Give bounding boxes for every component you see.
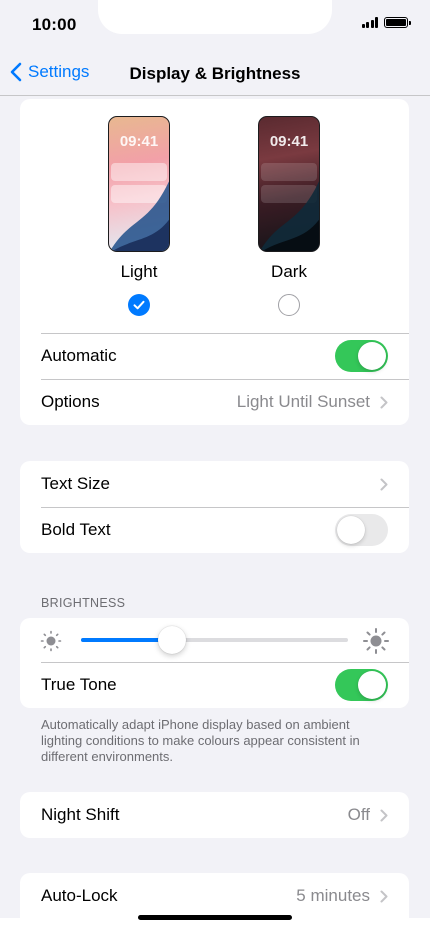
sun-large-icon (363, 628, 389, 654)
brightness-header: BRIGHTNESS (41, 596, 126, 610)
night-shift-group: Night Shift Off (20, 792, 409, 838)
true-tone-label: True Tone (41, 675, 117, 694)
bold-text-row: Bold Text (20, 507, 409, 553)
chevron-right-icon (380, 478, 388, 490)
status-bar: 10:00 (0, 0, 430, 52)
light-radio-checked[interactable] (128, 294, 150, 316)
page-title: Display & Brightness (129, 64, 301, 83)
wallpaper-wave (260, 181, 319, 251)
options-label: Options (41, 392, 100, 411)
status-icons (361, 17, 411, 28)
auto-lock-label: Auto-Lock (41, 886, 118, 905)
notch (98, 0, 332, 34)
dark-mode-label: Dark (271, 262, 307, 281)
auto-lock-value: 5 minutes (296, 886, 370, 905)
options-row[interactable]: Options Light Until Sunset (20, 379, 409, 425)
bold-text-toggle[interactable] (335, 514, 388, 546)
home-indicator (138, 915, 292, 920)
appearance-group: 09:41 Light 09:41 Dark Automatic Options… (20, 99, 409, 425)
automatic-label: Automatic (41, 346, 117, 365)
chevron-right-icon (380, 809, 388, 821)
night-shift-label: Night Shift (41, 805, 120, 824)
chevron-right-icon (380, 890, 388, 902)
true-tone-toggle[interactable] (335, 669, 388, 701)
text-group: Text Size Bold Text (20, 461, 409, 553)
night-shift-row[interactable]: Night Shift Off (20, 792, 409, 838)
light-mode-option[interactable]: 09:41 Light (99, 116, 179, 316)
brightness-slider[interactable] (81, 626, 348, 654)
wallpaper-wave (110, 181, 169, 251)
automatic-row: Automatic (20, 333, 409, 379)
light-mode-label: Light (120, 262, 158, 281)
bold-text-label: Bold Text (41, 520, 111, 539)
chevron-right-icon (380, 396, 388, 408)
true-tone-row: True Tone (20, 662, 409, 708)
dark-radio-unchecked[interactable] (278, 294, 300, 316)
night-shift-value: Off (347, 805, 370, 824)
brightness-group: True Tone (20, 618, 409, 708)
text-size-row[interactable]: Text Size (20, 461, 409, 507)
battery-icon (384, 17, 411, 28)
automatic-toggle[interactable] (335, 340, 388, 372)
checkmark-icon (133, 300, 145, 310)
dark-mode-preview: 09:41 (258, 116, 320, 252)
auto-lock-row[interactable]: Auto-Lock 5 minutes (20, 873, 409, 919)
dark-mode-option[interactable]: 09:41 Dark (249, 116, 329, 316)
options-value: Light Until Sunset (236, 392, 370, 411)
true-tone-footer: Automatically adapt iPhone display based… (41, 717, 360, 764)
text-size-label: Text Size (41, 474, 110, 493)
brightness-slider-row (20, 618, 409, 662)
appearance-picker: 09:41 Light 09:41 Dark (20, 99, 409, 333)
navigation-bar: Settings Display & Brightness (0, 52, 430, 96)
status-time: 10:00 (32, 15, 77, 34)
light-mode-preview: 09:41 (108, 116, 170, 252)
brightness-slider-thumb[interactable] (157, 626, 186, 654)
sun-small-icon (40, 630, 62, 652)
signal-icon (361, 17, 378, 28)
